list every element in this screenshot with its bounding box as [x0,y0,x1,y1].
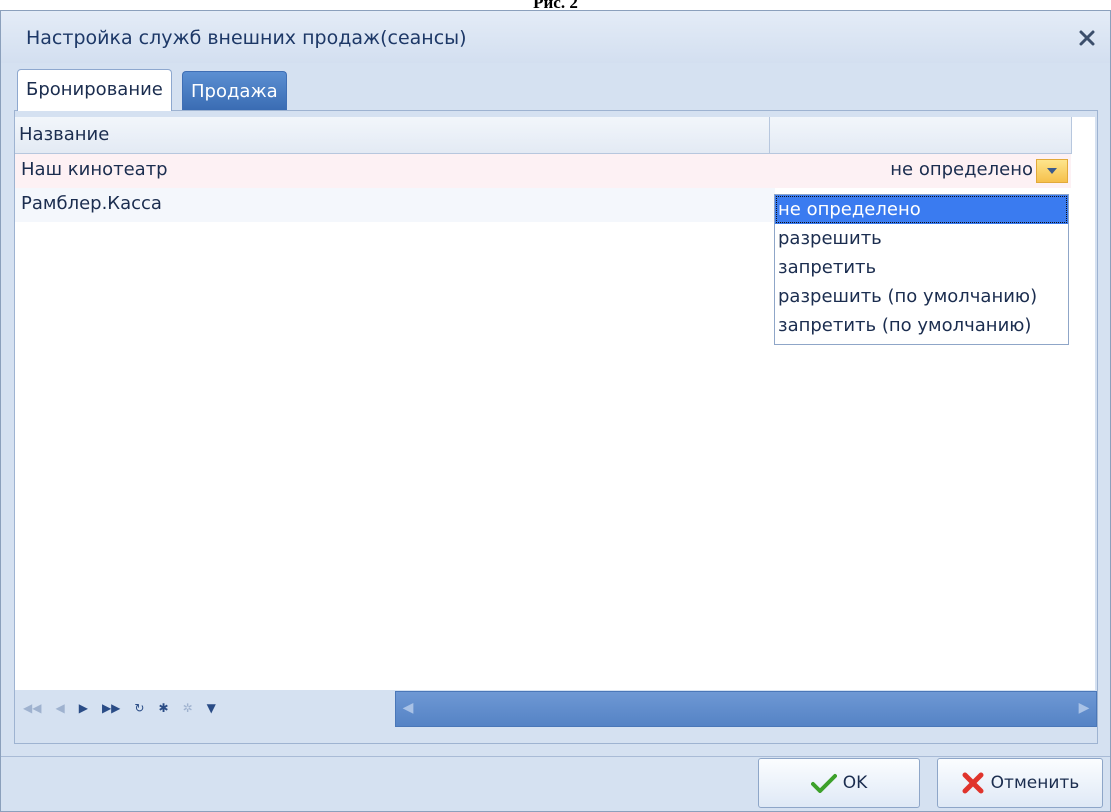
cell-permission-value[interactable]: не определено [890,159,1033,180]
last-icon[interactable]: ▶▶ [102,701,120,715]
table-row[interactable]: Наш кинотеатр не определено [15,154,1071,188]
ok-button-label: OK [842,773,868,793]
dropdown-option-allow[interactable]: разрешить [775,224,1068,253]
dropdown-option-deny[interactable]: запретить [775,253,1068,282]
dialog-titlebar: Настройка служб внешних продаж(сеансы) [1,11,1110,63]
dropdown-option-allow-default[interactable]: разрешить (по умолчанию) [775,282,1068,311]
column-header-name[interactable]: Название [19,124,109,145]
first-icon[interactable]: ◀◀ [23,701,41,715]
table-row[interactable]: Рамблер.Касса [15,188,775,222]
tab-booking[interactable]: Бронирование [17,69,172,111]
grid-header: Название [15,117,1072,154]
tab-sale[interactable]: Продажа [182,71,287,110]
cancel-button-label: Отменить [990,773,1080,793]
prev-icon[interactable]: ◀ [55,701,64,715]
scroll-left-icon[interactable]: ◀ [400,700,416,716]
cell-service-name: Рамблер.Касса [21,193,162,214]
next-icon[interactable]: ▶ [79,701,88,715]
cancel-button[interactable]: Отменить [937,758,1103,808]
services-grid: Название Наш кинотеатр не определено Рам… [15,117,1095,690]
refresh-icon[interactable]: ↻ [134,701,144,715]
page-caption: Рис. 2 [533,0,578,10]
tab-panel: Название Наш кинотеатр не определено Рам… [14,110,1098,744]
data-navigator: ◀◀ ◀ ▶ ▶▶ ↻ ✱ ✲ ▼ [15,693,303,723]
checkmark-icon [810,774,837,793]
scroll-right-icon[interactable]: ▶ [1076,700,1092,716]
cell-service-name: Наш кинотеатр [21,159,168,180]
cancel-x-icon [962,772,984,794]
permission-dropdown-list: не определено разрешить запретить разреш… [774,194,1069,345]
dropdown-option-deny-default[interactable]: запретить (по умолчанию) [775,311,1068,340]
dropdown-option-undefined[interactable]: не определено [775,195,1068,224]
column-divider [769,117,770,153]
dialog-title: Настройка служб внешних продаж(сеансы) [26,27,467,49]
dropdown-button[interactable] [1036,159,1068,183]
clear-icon[interactable]: ✲ [183,701,193,715]
close-icon[interactable] [1074,25,1100,51]
new-icon[interactable]: ✱ [158,701,168,715]
settings-dialog: Настройка служб внешних продаж(сеансы) Б… [0,10,1111,812]
horizontal-scrollbar[interactable]: ◀ ▶ [395,691,1097,727]
filter-icon[interactable]: ▼ [207,701,216,715]
ok-button[interactable]: OK [758,758,920,808]
footer-divider [1,756,1110,757]
